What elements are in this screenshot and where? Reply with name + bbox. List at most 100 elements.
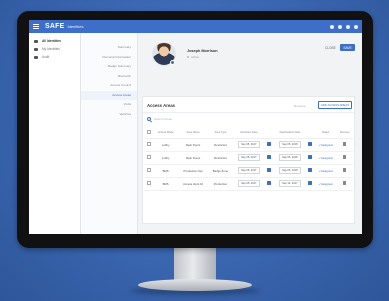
cell-area-type: Restricted bbox=[208, 151, 233, 165]
cell-area-name: Main Doors bbox=[177, 151, 209, 165]
row-select-cell bbox=[145, 151, 154, 165]
cell-deactivation-calendar bbox=[306, 138, 315, 152]
subnav-biometric[interactable]: Biometric bbox=[81, 72, 137, 82]
deactivation-date-field[interactable]: Sep 05, 2018 bbox=[279, 154, 301, 161]
cell-activation-date: Sep 05, 2017 bbox=[232, 151, 266, 165]
cell-deactivation-calendar bbox=[306, 151, 315, 165]
cell-area-type: Badge Zone bbox=[208, 164, 233, 178]
trash-icon[interactable] bbox=[343, 168, 347, 172]
monitor-stand-base bbox=[138, 279, 252, 291]
nav-item-label: My Identities bbox=[42, 47, 60, 51]
cell-remove bbox=[336, 164, 353, 178]
row-checkbox[interactable] bbox=[147, 155, 152, 159]
subnav-personal-information[interactable]: Personal Information bbox=[81, 53, 137, 63]
people-icon bbox=[34, 39, 38, 43]
row-checkbox[interactable] bbox=[147, 181, 152, 185]
column-header: Status bbox=[314, 128, 337, 139]
table-row[interactable]: BMS Access Ident.16 Production Sep 05, 2… bbox=[145, 177, 353, 191]
subnav-access-areas[interactable]: Access Areas bbox=[81, 90, 137, 100]
divider bbox=[143, 112, 354, 113]
row-select-cell bbox=[145, 138, 154, 152]
cell-activation-date: Sep 05, 2017 bbox=[232, 138, 266, 152]
cell-activation-date: Sep 05, 2017 bbox=[232, 164, 266, 178]
remove-button[interactable]: Remove bbox=[294, 104, 306, 108]
close-button[interactable]: CLOSE bbox=[325, 46, 336, 50]
cell-activation-calendar bbox=[265, 177, 274, 191]
table-header-row: Access Mode Area Name Area Type Activati… bbox=[145, 128, 353, 139]
deactivation-date-field[interactable]: Sep 14, 2017 bbox=[279, 180, 301, 187]
table-row[interactable]: Lobby Main Doors Restricted Sep 05, 2017… bbox=[145, 138, 353, 152]
cell-activation-date: Sep 05, 2017 bbox=[232, 177, 266, 191]
cell-area-type: Production bbox=[208, 177, 233, 191]
activation-date-field[interactable]: Sep 05, 2017 bbox=[238, 154, 260, 161]
cell-status: Assigned bbox=[314, 164, 337, 178]
activation-date-field[interactable]: Sep 05, 2017 bbox=[238, 180, 260, 187]
calendar-icon[interactable] bbox=[308, 155, 313, 159]
subnav-vehicles[interactable]: Vehicles bbox=[81, 110, 137, 120]
calendar-icon[interactable] bbox=[308, 168, 313, 172]
user-icon[interactable] bbox=[354, 24, 358, 29]
select-all-checkbox[interactable] bbox=[147, 130, 152, 135]
status-badge: Assigned bbox=[319, 143, 333, 147]
calendar-icon[interactable] bbox=[308, 142, 313, 146]
calendar-icon[interactable] bbox=[267, 181, 272, 185]
save-button[interactable]: SAVE bbox=[340, 44, 355, 51]
calendar-icon[interactable] bbox=[267, 168, 272, 172]
monitor-stand-neck bbox=[174, 248, 216, 282]
audit-icon bbox=[34, 55, 38, 59]
activation-date-field[interactable]: Sep 05, 2017 bbox=[238, 141, 260, 148]
deactivation-date-field[interactable]: Sep 05, 2018 bbox=[279, 141, 301, 148]
cell-deactivation-date: Sep 05, 2018 bbox=[273, 151, 307, 165]
calendar-icon[interactable] bbox=[267, 155, 272, 159]
app-topbar: SAFE Identities bbox=[29, 20, 362, 33]
deactivation-date-field[interactable]: Sep 05, 2018 bbox=[279, 167, 301, 174]
hamburger-menu-icon[interactable] bbox=[33, 24, 39, 29]
nav-item-my-identities[interactable]: My Identities bbox=[29, 45, 80, 53]
row-checkbox[interactable] bbox=[147, 168, 152, 172]
grid-icon[interactable] bbox=[346, 24, 350, 29]
subnav-access-control[interactable]: Access Control bbox=[81, 81, 137, 91]
nav-item-all-identities[interactable]: All Identities bbox=[29, 37, 80, 45]
left-nav: All Identities My Identities Audit bbox=[29, 33, 81, 234]
column-header: Deactivation Date bbox=[273, 128, 307, 139]
status-badge: Assigned bbox=[319, 156, 333, 160]
cell-deactivation-calendar bbox=[306, 177, 315, 191]
access-areas-table: Access Mode Area Name Area Type Activati… bbox=[145, 128, 353, 191]
trash-icon[interactable] bbox=[343, 181, 347, 185]
cell-deactivation-date: Sep 05, 2018 bbox=[273, 164, 307, 178]
access-areas-card: Access Areas Remove ADD ACCESS AREAS Acc… bbox=[142, 96, 355, 224]
trash-icon[interactable] bbox=[343, 155, 347, 159]
cell-area-name: Access Ident.16 bbox=[177, 177, 209, 191]
identity-subnav: Summary Personal Information Badge Summa… bbox=[81, 33, 138, 234]
column-header: Activation Date bbox=[232, 128, 266, 139]
calendar-icon[interactable] bbox=[308, 181, 313, 185]
nav-item-audit[interactable]: Audit bbox=[29, 53, 80, 61]
cell-area-name: Main Doors bbox=[177, 138, 209, 152]
subnav-summary[interactable]: Summary bbox=[81, 43, 137, 53]
settings-icon[interactable] bbox=[330, 24, 334, 29]
topbar-icons bbox=[330, 24, 358, 29]
table-row[interactable]: Lobby Main Doors Restricted Sep 05, 2017… bbox=[145, 151, 353, 165]
nav-item-label: All Identities bbox=[42, 39, 61, 43]
profile-status: Active bbox=[187, 55, 199, 59]
camera-icon[interactable] bbox=[170, 60, 175, 65]
subnav-badge-summary[interactable]: Badge Summary bbox=[81, 62, 137, 72]
cell-access-mode: BMS bbox=[153, 164, 178, 178]
brand-logo: SAFE bbox=[45, 23, 65, 30]
column-header: Area Name bbox=[177, 128, 209, 139]
cell-access-mode: BMS bbox=[153, 177, 178, 191]
cell-deactivation-date: Sep 05, 2018 bbox=[273, 138, 307, 152]
profile-name: Joseph Morrison bbox=[187, 49, 218, 53]
column-header: Remove bbox=[336, 128, 353, 139]
profile-header: Joseph Morrison Active CLOSE SAVE bbox=[142, 39, 362, 71]
trash-icon[interactable] bbox=[343, 142, 347, 146]
calendar-icon[interactable] bbox=[267, 142, 272, 146]
search-input[interactable] bbox=[154, 117, 214, 121]
notifications-icon[interactable] bbox=[338, 24, 342, 29]
column-header-spacer bbox=[265, 128, 274, 139]
activation-date-field[interactable]: Sep 05, 2017 bbox=[238, 167, 260, 174]
add-access-areas-button[interactable]: ADD ACCESS AREAS bbox=[318, 101, 352, 109]
row-checkbox[interactable] bbox=[147, 142, 152, 146]
table-row[interactable]: BMS Production Ops Badge Zone Sep 05, 20… bbox=[145, 164, 353, 178]
subnav-visits[interactable]: Visits bbox=[81, 100, 137, 110]
